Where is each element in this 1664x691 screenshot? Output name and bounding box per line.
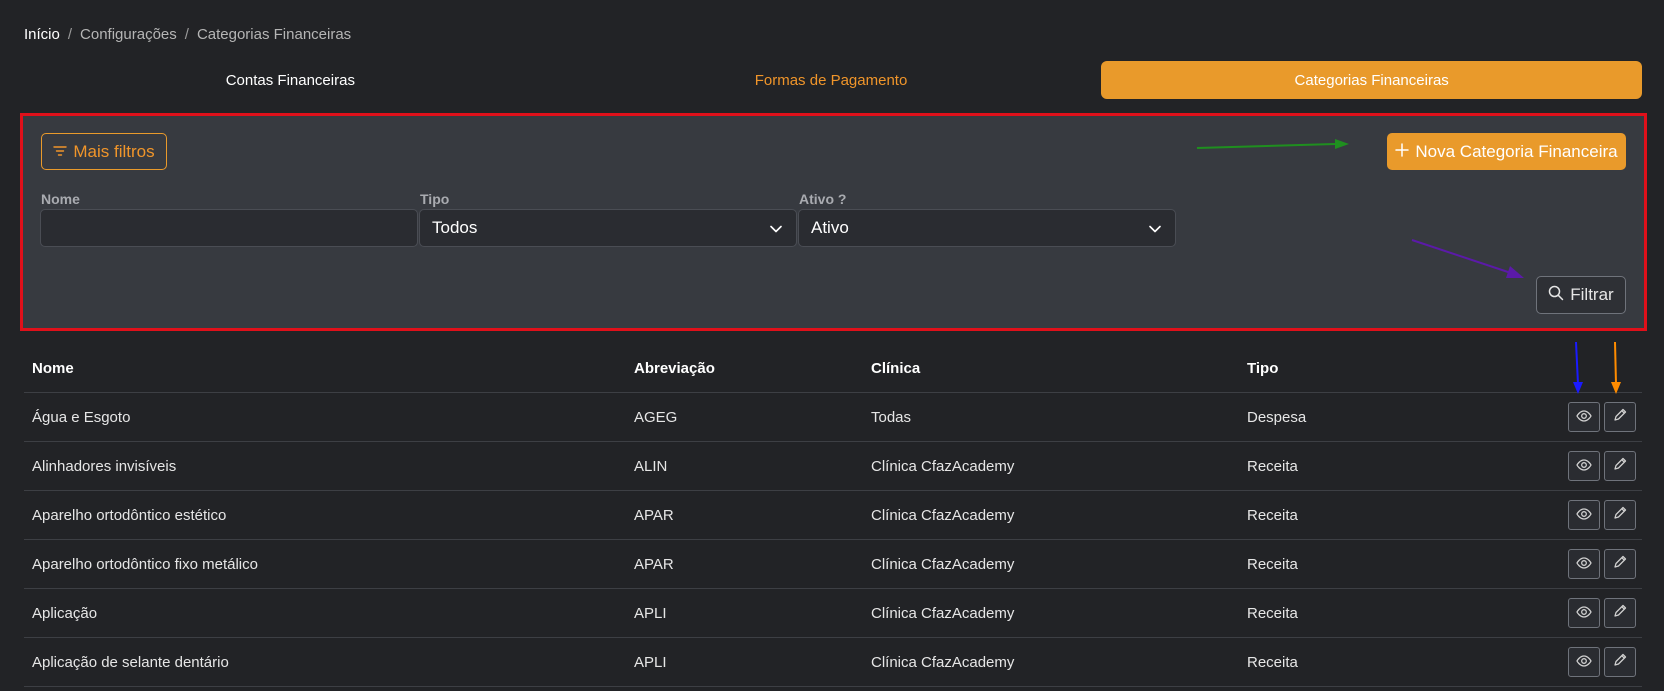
row-actions — [1547, 598, 1642, 628]
breadcrumb: Início / Configurações / Categorias Fina… — [24, 24, 351, 44]
cell-clinica: Todas — [871, 408, 912, 426]
view-button[interactable] — [1568, 549, 1600, 579]
cell-tipo: Receita — [1247, 555, 1298, 573]
cell-abreviacao: AGEG — [634, 408, 678, 426]
pencil-icon — [1613, 408, 1627, 426]
pencil-icon — [1613, 506, 1627, 524]
cell-clinica: Clínica CfazAcademy — [871, 555, 1015, 573]
table-row: Aplicação APLI Clínica CfazAcademy Recei… — [24, 589, 1642, 638]
table-row: Alinhadores invisíveis ALIN Clínica Cfaz… — [24, 442, 1642, 491]
breadcrumb-home[interactable]: Início — [24, 26, 60, 43]
header-nome: Nome — [32, 359, 74, 377]
edit-button[interactable] — [1604, 451, 1636, 481]
chevron-down-icon — [1149, 218, 1161, 238]
search-icon — [1548, 285, 1564, 306]
cell-tipo: Receita — [1247, 653, 1298, 671]
eye-icon — [1576, 409, 1592, 426]
cell-abreviacao: APLI — [634, 653, 667, 671]
edit-button[interactable] — [1604, 598, 1636, 628]
cell-abreviacao: APAR — [634, 506, 674, 524]
pencil-icon — [1613, 555, 1627, 573]
tab-bar: Contas Financeiras Formas de Pagamento C… — [20, 61, 1643, 99]
cell-tipo: Receita — [1247, 604, 1298, 622]
filter-label: Filtrar — [1570, 285, 1614, 304]
eye-icon — [1576, 654, 1592, 671]
eye-icon — [1576, 458, 1592, 475]
tab-contas-financeiras[interactable]: Contas Financeiras — [20, 61, 561, 99]
view-button[interactable] — [1568, 451, 1600, 481]
more-filters-label: Mais filtros — [73, 141, 155, 161]
eye-icon — [1576, 507, 1592, 524]
tipo-select[interactable]: Todos — [419, 209, 797, 247]
table-row: Aparelho ortodôntico fixo metálico APAR … — [24, 540, 1642, 589]
cell-clinica: Clínica CfazAcademy — [871, 506, 1015, 524]
tipo-label: Tipo — [420, 191, 450, 207]
cell-tipo: Despesa — [1247, 408, 1307, 426]
categories-table: Nome Abreviação Clínica Tipo Água e Esgo… — [24, 344, 1642, 687]
view-button[interactable] — [1568, 598, 1600, 628]
breadcrumb-separator: / — [67, 25, 73, 43]
cell-clinica: Clínica CfazAcademy — [871, 604, 1015, 622]
edit-button[interactable] — [1604, 647, 1636, 677]
cell-nome: Alinhadores invisíveis — [32, 457, 177, 475]
ativo-select-value: Ativo — [811, 218, 849, 237]
nome-field[interactable] — [40, 209, 418, 247]
cell-tipo: Receita — [1247, 506, 1298, 524]
pencil-icon — [1613, 653, 1627, 671]
cell-nome: Aplicação de selante dentário — [32, 653, 229, 671]
filter-lines-icon — [53, 142, 68, 162]
cell-clinica: Clínica CfazAcademy — [871, 457, 1015, 475]
tab-formas-de-pagamento[interactable]: Formas de Pagamento — [561, 61, 1102, 99]
view-button[interactable] — [1568, 500, 1600, 530]
edit-button[interactable] — [1604, 549, 1636, 579]
filter-panel: Mais filtros Nova Categoria Financeira N… — [20, 113, 1647, 331]
pencil-icon — [1613, 604, 1627, 622]
breadcrumb-configuracoes[interactable]: Configurações — [80, 26, 177, 43]
nome-label: Nome — [41, 191, 80, 207]
plus-icon — [1395, 142, 1410, 162]
breadcrumb-separator: / — [184, 25, 189, 43]
nome-input[interactable] — [53, 210, 417, 246]
cell-nome: Água e Esgoto — [32, 408, 131, 426]
edit-button[interactable] — [1604, 500, 1636, 530]
cell-abreviacao: APLI — [634, 604, 667, 622]
table-row: Aparelho ortodôntico estético APAR Clíni… — [24, 491, 1642, 540]
row-actions — [1547, 500, 1642, 530]
new-category-label: Nova Categoria Financeira — [1415, 141, 1618, 161]
tab-categorias-financeiras[interactable]: Categorias Financeiras — [1101, 61, 1643, 99]
cell-abreviacao: APAR — [634, 555, 674, 573]
cell-abreviacao: ALIN — [634, 457, 668, 475]
table-row: Aplicação de selante dentário APLI Clíni… — [24, 638, 1642, 687]
cell-clinica: Clínica CfazAcademy — [871, 653, 1015, 671]
view-button[interactable] — [1568, 402, 1600, 432]
chevron-down-icon — [770, 218, 782, 238]
pencil-icon — [1613, 457, 1627, 475]
cell-nome: Aparelho ortodôntico estético — [32, 506, 227, 524]
eye-icon — [1576, 556, 1592, 573]
ativo-select[interactable]: Ativo — [798, 209, 1176, 247]
table-header: Nome Abreviação Clínica Tipo — [24, 344, 1642, 393]
filter-button[interactable]: Filtrar — [1536, 276, 1626, 314]
view-button[interactable] — [1568, 647, 1600, 677]
ativo-label: Ativo ? — [799, 191, 847, 207]
header-abreviacao: Abreviação — [634, 359, 715, 377]
eye-icon — [1576, 605, 1592, 622]
row-actions — [1547, 549, 1642, 579]
cell-nome: Aparelho ortodôntico fixo metálico — [32, 555, 258, 573]
table-row: Água e Esgoto AGEG Todas Despesa — [24, 393, 1642, 442]
header-tipo: Tipo — [1247, 359, 1279, 377]
edit-button[interactable] — [1604, 402, 1636, 432]
row-actions — [1547, 451, 1642, 481]
cell-tipo: Receita — [1247, 457, 1298, 475]
header-clinica: Clínica — [871, 359, 921, 377]
tipo-select-value: Todos — [432, 218, 478, 237]
more-filters-button[interactable]: Mais filtros — [41, 133, 167, 170]
row-actions — [1547, 402, 1642, 432]
new-category-button[interactable]: Nova Categoria Financeira — [1387, 133, 1626, 170]
breadcrumb-current: Categorias Financeiras — [196, 25, 352, 43]
row-actions — [1547, 647, 1642, 677]
cell-nome: Aplicação — [32, 604, 98, 622]
